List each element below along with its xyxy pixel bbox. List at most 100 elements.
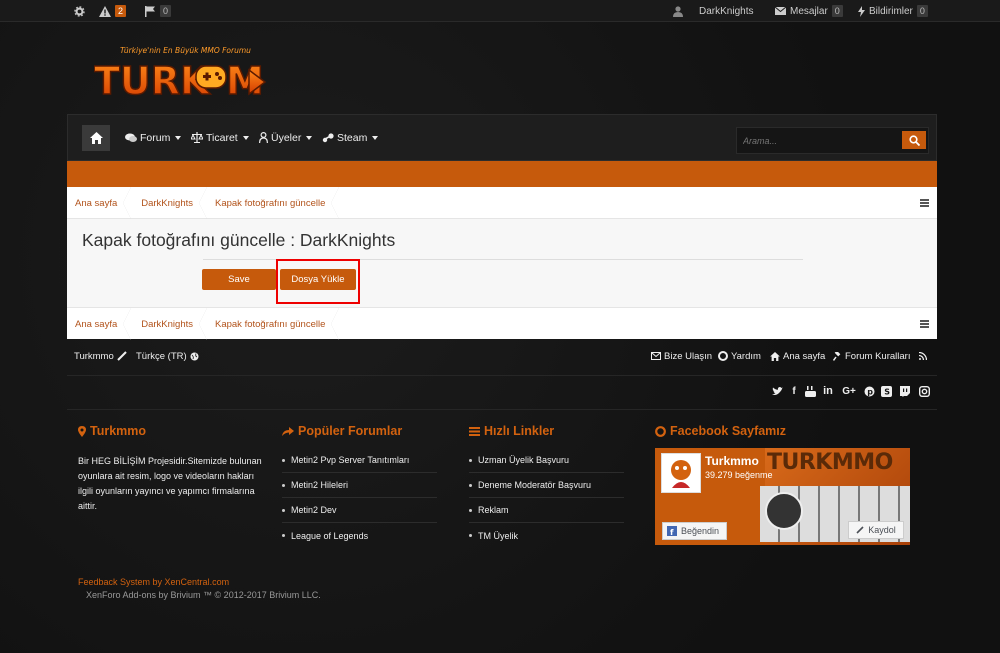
home-icon xyxy=(89,132,103,144)
lifebuoy-icon xyxy=(655,425,666,437)
gavel-icon xyxy=(833,351,841,361)
footer-site-name: Turkmmo xyxy=(74,350,114,362)
user-icon xyxy=(259,132,268,143)
messages-count: 0 xyxy=(831,5,843,17)
facebook-icon[interactable]: f xyxy=(788,385,800,397)
main-navbar: Forum Ticaret Üyeler Steam xyxy=(67,114,937,161)
highlight-box xyxy=(276,259,360,304)
share-icon xyxy=(282,427,294,436)
search-icon xyxy=(908,134,920,146)
fb-banner-text: TURKMMO xyxy=(767,450,893,475)
nav-uyeler[interactable]: Üyeler xyxy=(259,115,313,160)
popular-link[interactable]: Metin2 Hileleri xyxy=(282,473,437,498)
nav-forum[interactable]: Forum xyxy=(125,115,182,160)
breadcrumb-profile[interactable]: DarkKnights xyxy=(131,187,207,219)
home-button[interactable] xyxy=(82,125,110,151)
nav-steam-label: Steam xyxy=(337,131,368,144)
footer-home[interactable]: Ana sayfa xyxy=(770,349,825,363)
settings-icon[interactable] xyxy=(74,0,85,22)
quick-link[interactable]: TM Üyelik xyxy=(469,523,624,548)
comments-icon xyxy=(125,133,137,142)
instagram-icon[interactable] xyxy=(918,385,930,397)
menu-icon[interactable] xyxy=(920,320,929,328)
bolt-icon xyxy=(858,5,865,17)
lifebuoy-icon xyxy=(718,351,728,361)
nav-ticaret[interactable]: Ticaret xyxy=(191,115,249,160)
site-logo[interactable]: Türkiye'nin En Büyük MMO Forumu TURK M xyxy=(93,42,270,104)
footer-col-about-title: Turkmmo xyxy=(78,424,146,438)
youtube-icon[interactable] xyxy=(804,385,816,397)
fb-page-likes: 39.279 beğenme xyxy=(705,470,773,480)
breadcrumb-home[interactable]: Ana sayfa xyxy=(67,308,132,340)
flags-count: 0 xyxy=(160,5,172,17)
breadcrumb-current[interactable]: Kapak fotoğrafını güncelle xyxy=(207,308,340,340)
quick-link[interactable]: Deneme Moderatör Başvuru xyxy=(469,473,624,498)
svg-text:Türkiye'nin En Büyük MMO Forum: Türkiye'nin En Büyük MMO Forumu xyxy=(120,46,251,55)
googleplus-icon[interactable]: G+ xyxy=(840,385,858,397)
breadcrumb-bottom: Ana sayfa DarkKnights Kapak fotoğrafını … xyxy=(67,307,937,340)
popular-link[interactable]: Metin2 Pvp Server Tanıtımları xyxy=(282,448,437,473)
messages-button[interactable]: Mesajlar 0 xyxy=(775,0,843,22)
footer-site-link[interactable]: Turkmmo xyxy=(74,349,127,363)
twitter-icon[interactable] xyxy=(771,385,783,397)
home-icon xyxy=(770,351,780,361)
pinterest-icon[interactable]: p xyxy=(863,385,875,397)
flags-button[interactable]: 0 xyxy=(145,0,172,22)
svg-text:f: f xyxy=(670,528,674,536)
envelope-icon xyxy=(651,352,661,360)
pencil-icon xyxy=(856,526,864,534)
footer-rules[interactable]: Forum Kuralları xyxy=(833,349,910,363)
breadcrumb-current[interactable]: Kapak fotoğrafını güncelle xyxy=(207,187,340,219)
nav-steam[interactable]: Steam xyxy=(322,115,379,160)
facebook-page-widget[interactable]: TURKMMO Turkmmo 39.279 beğenme f Beğendi… xyxy=(655,448,910,545)
save-button[interactable]: Save xyxy=(202,269,276,290)
svg-text:S: S xyxy=(884,387,890,396)
brivium-credit: XenForo Add-ons by Brivium ™ © 2012-2017… xyxy=(86,590,321,600)
footer-col-quicklinks-title: Hızlı Linkler xyxy=(469,424,554,438)
main-content: Kapak fotoğrafını güncelle : DarkKnights… xyxy=(67,219,937,307)
quick-link[interactable]: Reklam xyxy=(469,498,624,523)
flag-icon xyxy=(145,5,155,17)
linkedin-icon[interactable]: in xyxy=(822,385,834,397)
fb-signup-button[interactable]: Kaydol xyxy=(848,521,904,539)
breadcrumb-home[interactable]: Ana sayfa xyxy=(67,187,132,219)
language-chooser[interactable]: Türkçe (TR) xyxy=(136,349,199,363)
skype-icon[interactable]: S xyxy=(880,385,892,397)
notifications-label: Bildirimler xyxy=(869,5,913,17)
messages-label: Mesajlar xyxy=(790,5,828,17)
footer-divider xyxy=(67,409,937,410)
nav-ticaret-label: Ticaret xyxy=(206,131,238,144)
fb-banner-circle xyxy=(765,492,803,530)
footer-divider xyxy=(67,375,937,376)
nav-uyeler-label: Üyeler xyxy=(271,131,302,144)
footer-help[interactable]: Yardım xyxy=(718,349,761,363)
quick-link[interactable]: Uzman Üyelik Başvuru xyxy=(469,448,624,473)
popular-link[interactable]: Metin2 Dev xyxy=(282,498,437,523)
user-menu[interactable]: DarkKnights xyxy=(673,0,753,22)
search-button[interactable] xyxy=(902,131,926,149)
footer-about-text: Bir HEG BİLİŞİM Projesidir.Sitemizde bul… xyxy=(78,456,262,511)
brush-icon xyxy=(117,351,127,361)
breadcrumb-profile[interactable]: DarkKnights xyxy=(131,308,207,340)
menu-icon[interactable] xyxy=(920,199,929,207)
rss-icon[interactable] xyxy=(919,349,927,363)
warning-icon xyxy=(99,5,111,17)
feedback-credit-link[interactable]: Feedback System by XenCentral.com xyxy=(78,577,229,587)
svg-text:p: p xyxy=(867,387,873,396)
notifications-button[interactable]: Bildirimler 0 xyxy=(858,0,928,22)
search-input[interactable] xyxy=(737,128,902,153)
top-bar: 2 0 DarkKnights Mesajlar 0 Bildirimler 0 xyxy=(0,0,1000,22)
footer-col-facebook-title: Facebook Sayfamız xyxy=(655,424,786,438)
twitch-icon[interactable] xyxy=(898,385,910,397)
footer-contact[interactable]: Bize Ulaşın xyxy=(651,349,712,363)
footer-rules-label: Forum Kuralları xyxy=(845,350,911,362)
alerts-button[interactable]: 2 xyxy=(99,0,127,22)
fb-like-button[interactable]: f Beğendin xyxy=(662,522,727,540)
page-title: Kapak fotoğrafını güncelle : DarkKnights xyxy=(82,230,396,250)
envelope-icon xyxy=(775,7,786,15)
nav-forum-label: Forum xyxy=(140,131,171,144)
list-icon xyxy=(469,426,480,436)
footer-col-popular-title: Popüler Forumlar xyxy=(282,424,402,438)
popular-link[interactable]: League of Legends xyxy=(282,523,437,548)
globe-icon xyxy=(190,352,199,360)
